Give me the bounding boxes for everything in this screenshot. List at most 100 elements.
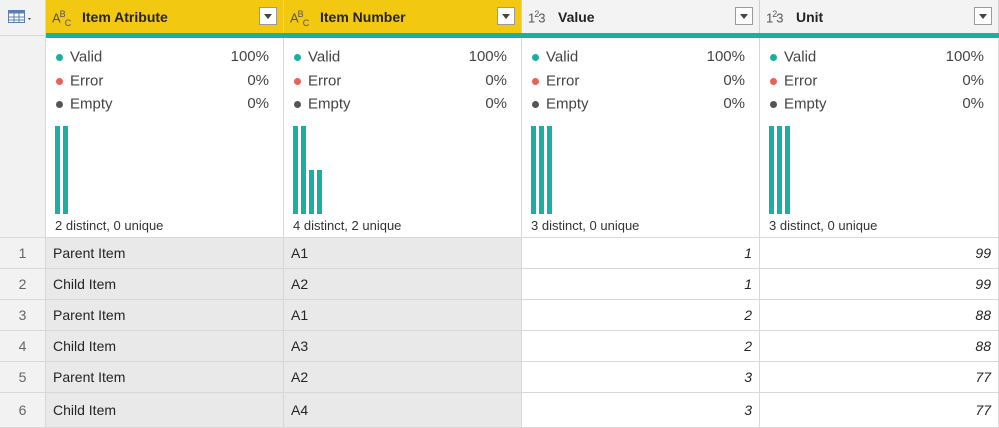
- row-number[interactable]: 6: [0, 393, 46, 428]
- text-type-icon[interactable]: ABC: [52, 9, 71, 28]
- error-dot-icon: [294, 77, 301, 85]
- row-number[interactable]: 3: [0, 300, 46, 331]
- number-type-icon[interactable]: 123: [766, 9, 784, 25]
- valid-dot-icon: [294, 53, 301, 61]
- profile-row-header: [0, 36, 46, 238]
- filter-dropdown-button[interactable]: [735, 7, 753, 25]
- table-cell[interactable]: Child Item: [46, 393, 284, 428]
- column-title: Unit: [796, 9, 824, 25]
- error-stat: Error: [56, 72, 103, 90]
- table-cell[interactable]: 1: [522, 269, 760, 300]
- number-type-icon[interactable]: 123: [528, 9, 546, 25]
- distinct-unique-count: 4 distinct, 2 unique: [293, 218, 402, 233]
- filter-dropdown-button[interactable]: [259, 7, 277, 25]
- valid-stat: Valid: [56, 48, 102, 66]
- row-number[interactable]: 2: [0, 269, 46, 300]
- table-cell[interactable]: 77: [760, 362, 999, 393]
- empty-dot-icon: [770, 100, 777, 108]
- empty-dot-icon: [294, 100, 301, 108]
- distribution-bar[interactable]: [769, 126, 774, 214]
- error-dot-icon: [532, 77, 539, 85]
- table-menu-button[interactable]: [0, 0, 46, 36]
- column-header-item-atribute[interactable]: ABC Item Atribute: [46, 0, 284, 36]
- distribution-bar[interactable]: [531, 126, 536, 214]
- empty-percent: 0%: [485, 95, 507, 112]
- table-icon: [8, 10, 31, 23]
- table-cell[interactable]: Child Item: [46, 269, 284, 300]
- table-cell[interactable]: Parent Item: [46, 300, 284, 331]
- text-type-icon[interactable]: ABC: [290, 9, 309, 28]
- table-cell[interactable]: 77: [760, 393, 999, 428]
- distribution-bar[interactable]: [547, 126, 552, 214]
- table-cell[interactable]: 88: [760, 300, 999, 331]
- error-percent: 0%: [962, 72, 984, 89]
- table-cell[interactable]: 88: [760, 331, 999, 362]
- empty-stat: Empty: [532, 95, 589, 113]
- error-percent: 0%: [723, 72, 745, 89]
- distribution-bar[interactable]: [293, 126, 298, 214]
- error-stat: Error: [770, 72, 817, 90]
- table-cell[interactable]: A4: [284, 393, 522, 428]
- error-stat: Error: [532, 72, 579, 90]
- distribution-bar[interactable]: [309, 170, 314, 214]
- distribution-bar[interactable]: [785, 126, 790, 214]
- table-cell[interactable]: A1: [284, 300, 522, 331]
- column-header-value[interactable]: 123 Value: [522, 0, 760, 36]
- table-cell[interactable]: Parent Item: [46, 362, 284, 393]
- valid-stat: Valid: [770, 48, 816, 66]
- empty-stat: Empty: [294, 95, 351, 113]
- empty-stat: Empty: [770, 95, 827, 113]
- table-cell[interactable]: A2: [284, 269, 522, 300]
- valid-dot-icon: [532, 53, 539, 61]
- distribution-bar[interactable]: [55, 126, 60, 214]
- filter-dropdown-button[interactable]: [497, 7, 515, 25]
- table-cell[interactable]: 2: [522, 331, 760, 362]
- error-dot-icon: [56, 77, 63, 85]
- column-profile: Valid 100% Error 0% Empty 0% 4 distinct,…: [284, 38, 522, 238]
- empty-stat: Empty: [56, 95, 113, 113]
- table-cell[interactable]: 99: [760, 269, 999, 300]
- row-number[interactable]: 1: [0, 238, 46, 269]
- empty-percent: 0%: [247, 95, 269, 112]
- column-title: Item Number: [320, 9, 406, 25]
- valid-stat: Valid: [532, 48, 578, 66]
- error-stat: Error: [294, 72, 341, 90]
- empty-dot-icon: [532, 100, 539, 108]
- table-cell[interactable]: Child Item: [46, 331, 284, 362]
- distinct-unique-count: 3 distinct, 0 unique: [531, 218, 640, 233]
- error-percent: 0%: [247, 72, 269, 89]
- distribution-bar[interactable]: [777, 126, 782, 214]
- column-profile: Valid 100% Error 0% Empty 0% 3 distinct,…: [522, 38, 760, 238]
- row-number[interactable]: 5: [0, 362, 46, 393]
- row-number[interactable]: 4: [0, 331, 46, 362]
- empty-percent: 0%: [723, 95, 745, 112]
- table-cell[interactable]: 3: [522, 362, 760, 393]
- distribution-bar[interactable]: [317, 170, 322, 214]
- distribution-bar[interactable]: [63, 126, 68, 214]
- table-cell[interactable]: A2: [284, 362, 522, 393]
- empty-percent: 0%: [962, 95, 984, 112]
- column-profile: Valid 100% Error 0% Empty 0% 2 distinct,…: [46, 38, 284, 238]
- value-distribution-chart: [55, 124, 175, 214]
- table-cell[interactable]: A3: [284, 331, 522, 362]
- column-header-item-number[interactable]: ABC Item Number: [284, 0, 522, 36]
- table-cell[interactable]: Parent Item: [46, 238, 284, 269]
- distribution-bar[interactable]: [539, 126, 544, 214]
- column-title: Item Atribute: [82, 9, 168, 25]
- valid-stat: Valid: [294, 48, 340, 66]
- valid-dot-icon: [56, 53, 63, 61]
- valid-dot-icon: [770, 53, 777, 61]
- table-cell[interactable]: 99: [760, 238, 999, 269]
- table-cell[interactable]: A1: [284, 238, 522, 269]
- filter-dropdown-button[interactable]: [974, 7, 992, 25]
- table-cell[interactable]: 2: [522, 300, 760, 331]
- table-cell[interactable]: 3: [522, 393, 760, 428]
- distinct-unique-count: 2 distinct, 0 unique: [55, 218, 164, 233]
- error-dot-icon: [770, 77, 777, 85]
- column-header-unit[interactable]: 123 Unit: [760, 0, 999, 36]
- valid-percent: 100%: [468, 48, 507, 65]
- distribution-bar[interactable]: [301, 126, 306, 214]
- valid-percent: 100%: [706, 48, 745, 65]
- table-cell[interactable]: 1: [522, 238, 760, 269]
- distinct-unique-count: 3 distinct, 0 unique: [769, 218, 878, 233]
